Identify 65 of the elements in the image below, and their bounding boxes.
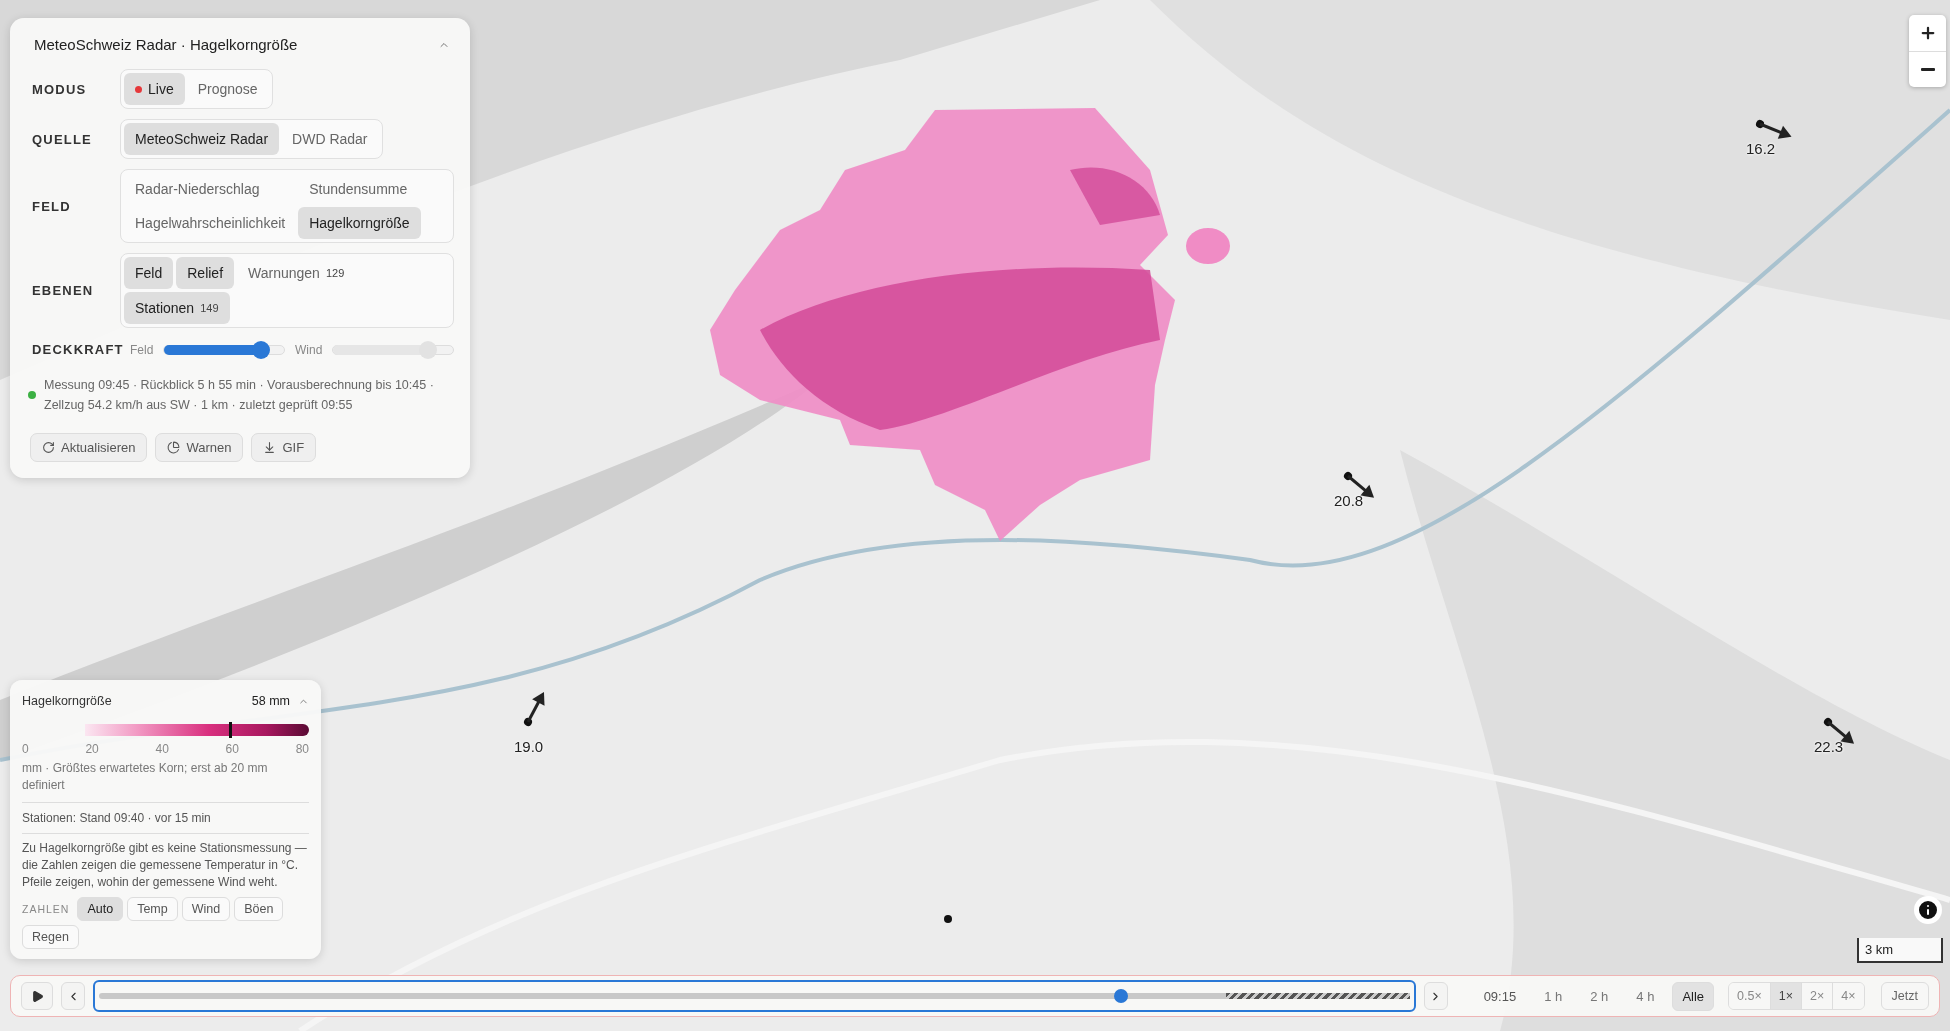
status-text: Messung 09:45 · Rückblick 5 h 55 min · Vorausberechnung bis 10:45 · Zellzug 54.2 km/h aus SW · 1 km · zuletzt geprüft 09:55 [44, 377, 435, 414]
numbers-option[interactable]: Wind [181, 897, 231, 921]
info-text: Zu Hagelkorngröße gibt es keine Stationsmessung — die Zahlen zeigen die gemessene Temperatur in °C. Pfeile zeigen, wohin der gemessene Wind weht. [22, 840, 308, 891]
row-label: MODUS [31, 81, 88, 97]
row-label: FELD [31, 198, 72, 214]
live-dot-icon [135, 85, 142, 93]
option-button[interactable]: Hagelwahrscheinlichkeit [124, 207, 297, 239]
info-icon [1916, 898, 1940, 922]
time-slider[interactable] [93, 980, 1416, 1012]
legend-note: mm · Größtes erwartetes Korn; erst ab 20 mm definiert [22, 760, 269, 794]
option-button[interactable]: Stundensumme [298, 173, 421, 205]
row-label: QUELLE [31, 131, 93, 147]
now-button[interactable]: Jetzt [1880, 982, 1929, 1010]
scale-tick: 80 [295, 742, 309, 756]
numbers-label: ZAHLEN [22, 903, 70, 915]
wind-arrow-icon [1754, 118, 1794, 140]
scale-tick: 20 [85, 742, 99, 756]
range-button[interactable]: 1 h [1534, 981, 1573, 1011]
minus-icon [1920, 68, 1935, 71]
option-button[interactable]: Feld [124, 257, 174, 289]
stations-note: Stationen: Stand 09:40 · vor 15 min [22, 810, 212, 827]
numbers-option[interactable]: Temp [127, 897, 178, 921]
numbers-option[interactable]: Auto [77, 897, 124, 921]
scale-tick: 60 [225, 742, 239, 756]
option-button[interactable]: Hagelkorngröße [298, 207, 421, 239]
range-button[interactable]: 2 h [1580, 981, 1619, 1011]
station-value: 22.3 [1814, 738, 1844, 755]
option-button[interactable]: Radar-Niederschlag [124, 173, 297, 205]
scale-tick: 0 [22, 742, 29, 756]
speed-button[interactable]: 1× [1769, 983, 1802, 1009]
row-label: EBENEN [31, 283, 95, 298]
action-button[interactable]: Warnen [155, 433, 244, 462]
wind-arrow-icon [521, 690, 546, 729]
legend-title: Hagelkorngröße [22, 694, 113, 708]
play-icon [30, 989, 44, 1003]
option-button[interactable]: Prognose [186, 73, 269, 105]
option-button[interactable]: Stationen 149 [124, 292, 230, 324]
option-button[interactable]: Live [124, 73, 185, 105]
download-icon [263, 441, 277, 454]
option-button[interactable]: MeteoSchweiz Radar [124, 123, 280, 155]
play-button[interactable] [21, 982, 53, 1010]
range-button[interactable]: Alle [1672, 981, 1715, 1011]
numbers-option[interactable]: Böen [234, 897, 284, 921]
panel-title: MeteoSchweiz Radar · Hagelkorngröße [34, 36, 298, 53]
range-button[interactable]: 4 h [1626, 981, 1665, 1011]
time-thumb[interactable] [1114, 989, 1129, 1003]
slider-thumb[interactable] [252, 340, 271, 359]
scale-tick: 40 [155, 742, 169, 756]
slider-label: Wind [295, 342, 323, 357]
slider-label: Feld [130, 342, 154, 357]
option-button[interactable]: DWD Radar [281, 123, 379, 155]
option-button[interactable]: Warnungen 129 [237, 257, 356, 289]
numbers-option[interactable]: Regen [22, 925, 79, 949]
refresh-icon [42, 441, 55, 454]
station-value: 19.0 [514, 738, 544, 755]
station-dot-icon [944, 915, 952, 923]
station-value: 20.8 [1334, 492, 1364, 509]
pie-chart-icon [167, 441, 181, 454]
action-button[interactable]: GIF [251, 433, 317, 462]
scale-bar: 3 km [1857, 938, 1943, 963]
option-button[interactable]: Relief [176, 257, 235, 289]
current-time: 09:15 [1483, 988, 1517, 1004]
legend-value: 58 mm [251, 694, 290, 708]
station-value: 16.2 [1746, 140, 1776, 157]
action-button[interactable]: Aktualisieren [30, 433, 148, 462]
